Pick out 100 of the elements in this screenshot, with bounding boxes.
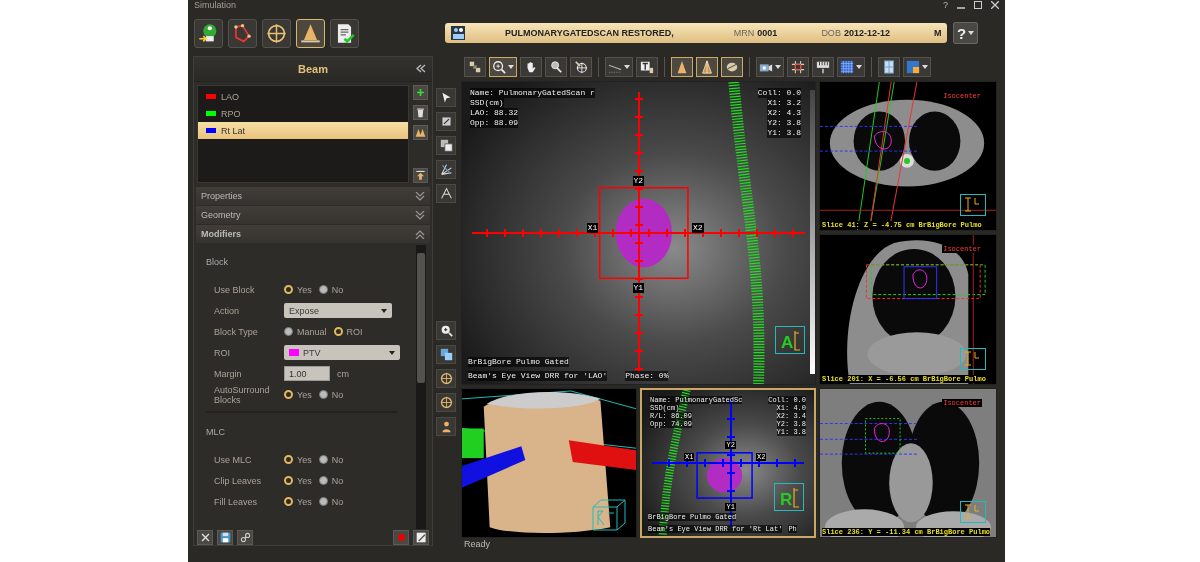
tool-button[interactable] xyxy=(436,160,456,179)
overlay-text: Y2: 3.8 xyxy=(767,118,801,128)
orientation-cube-icon xyxy=(592,499,626,531)
beam-list-item[interactable]: RPO xyxy=(198,105,408,122)
field-label: Clip Leaves xyxy=(213,475,263,486)
orientation-icon xyxy=(960,194,986,216)
field-label: Use Block xyxy=(213,284,256,295)
tool-button[interactable] xyxy=(436,321,456,340)
group-title: MLC xyxy=(206,426,226,439)
axis-icon xyxy=(794,331,801,351)
radio-option[interactable]: ROI xyxy=(333,326,363,337)
tool-button[interactable] xyxy=(237,529,253,545)
help-link[interactable]: ? xyxy=(943,0,948,10)
patients-icon xyxy=(451,26,465,40)
overlay-text: Name: PulmonaryGatedScan r xyxy=(470,88,595,98)
scroll-thumb[interactable] xyxy=(417,253,425,383)
beams-icon xyxy=(415,127,426,138)
cone-icon xyxy=(300,22,321,44)
radio-option[interactable]: Yes xyxy=(284,496,312,507)
overlay-text: LAO: 88.32 xyxy=(470,108,518,118)
tool-button[interactable] xyxy=(756,57,784,77)
tool-button[interactable] xyxy=(413,168,428,183)
save-icon xyxy=(219,531,231,543)
radio-option[interactable]: Yes xyxy=(284,475,312,486)
radio-option[interactable]: No xyxy=(318,496,344,507)
tool-button[interactable] xyxy=(413,529,429,545)
tool-button[interactable] xyxy=(436,369,456,388)
overlay-text: Coll: 0.0 xyxy=(757,88,801,98)
mesh-icon xyxy=(840,60,854,74)
help-button[interactable]: ? xyxy=(953,22,978,44)
tool-button[interactable] xyxy=(436,345,456,364)
jaw-label: Y2 xyxy=(632,175,645,186)
tool-button[interactable] xyxy=(878,57,900,77)
radio-option[interactable]: No xyxy=(318,389,344,400)
tiles-icon xyxy=(906,60,920,74)
orientation-letter: R xyxy=(780,491,793,508)
zoom-icon xyxy=(492,60,506,74)
radio-option[interactable]: Yes xyxy=(284,389,312,400)
section-header[interactable]: Geometry xyxy=(196,206,430,224)
zoom-icon xyxy=(439,324,453,337)
tool-button[interactable] xyxy=(489,57,517,77)
field-value: M xyxy=(933,28,942,38)
number-field[interactable]: 1.00 xyxy=(284,366,330,381)
overlay-text: X1: 3.2 xyxy=(767,98,801,108)
dropdown[interactable]: Expose xyxy=(284,303,392,318)
field-value: 2012-12-12 xyxy=(843,28,890,38)
radio-option[interactable]: Manual xyxy=(284,326,327,337)
tool-button[interactable] xyxy=(436,417,456,436)
tool-button[interactable] xyxy=(721,57,743,77)
overlay-text: BrBigBore Pulmo Gated xyxy=(468,357,569,367)
maximize-icon[interactable] xyxy=(974,1,982,9)
tool-button[interactable] xyxy=(436,88,456,107)
section-header[interactable]: Properties xyxy=(196,187,430,205)
collapse-icon[interactable] xyxy=(416,64,426,73)
crosshair-icon xyxy=(574,60,588,74)
tool-button[interactable] xyxy=(464,57,486,77)
overlay-text: Beam's Eye View DRR for 'LAO' xyxy=(468,371,608,381)
radio-option[interactable]: No xyxy=(318,454,344,465)
tool-button[interactable] xyxy=(903,57,931,77)
field-label: MRN xyxy=(733,28,755,38)
tool-button[interactable] xyxy=(413,105,428,120)
section-header[interactable]: Modifiers xyxy=(196,225,430,243)
tool-button[interactable] xyxy=(436,136,456,155)
crosshair-icon xyxy=(439,372,453,385)
tool-button[interactable] xyxy=(636,57,658,77)
tool-button[interactable] xyxy=(262,18,291,48)
tool-button[interactable] xyxy=(520,57,542,77)
orientation-icon xyxy=(960,348,986,370)
tool-button[interactable] xyxy=(436,393,456,412)
radio-option[interactable]: Yes xyxy=(284,454,312,465)
viewport-panel[interactable]: Name: PulmonaryGatedScan r SSD(cm) LAO: 88.32 Opp: 88.09 Coll: 0.0 X1: 3.2 X2: 4.3 Y2: 3.8 Y1: 3.8 Y2 X1 X2 Y1 A BrBigBore Pulmo Gated Beam's Eye View DRR for 'LAO' Phase: 0% xyxy=(461,81,816,385)
beam-list-item[interactable]: Rt Lat xyxy=(198,122,408,139)
tool-button[interactable] xyxy=(228,18,257,48)
tool-button[interactable] xyxy=(545,57,567,77)
radio-option[interactable]: Yes xyxy=(284,284,312,295)
tool-button[interactable] xyxy=(570,57,592,77)
overlay-text: Phase: 0% xyxy=(625,371,669,381)
axis-icon xyxy=(793,488,800,508)
tool-button[interactable] xyxy=(296,18,325,48)
tool-button[interactable] xyxy=(812,57,834,77)
field-label: DOB xyxy=(821,28,841,38)
beam-list-item[interactable]: LAO xyxy=(198,88,408,105)
tool-button[interactable] xyxy=(197,529,213,545)
close-icon[interactable] xyxy=(991,1,999,9)
radio-option[interactable]: No xyxy=(318,284,344,295)
tool-button[interactable] xyxy=(330,18,359,48)
patient-icon xyxy=(198,22,219,44)
tool-button[interactable] xyxy=(436,184,456,203)
tool-button[interactable] xyxy=(436,112,456,131)
tool-button[interactable] xyxy=(194,18,223,48)
tool-button[interactable] xyxy=(217,529,233,545)
tool-button[interactable] xyxy=(787,57,809,77)
dropdown[interactable]: PTV xyxy=(284,345,400,360)
field-label: ROI xyxy=(213,347,231,358)
orientation-letter: A xyxy=(781,334,794,351)
move-top-icon xyxy=(415,170,426,181)
overlay-text: SSD(cm) xyxy=(470,98,504,108)
field-label: Margin xyxy=(213,368,243,379)
pencil-icon xyxy=(415,531,427,543)
radio-option[interactable]: No xyxy=(318,475,344,486)
